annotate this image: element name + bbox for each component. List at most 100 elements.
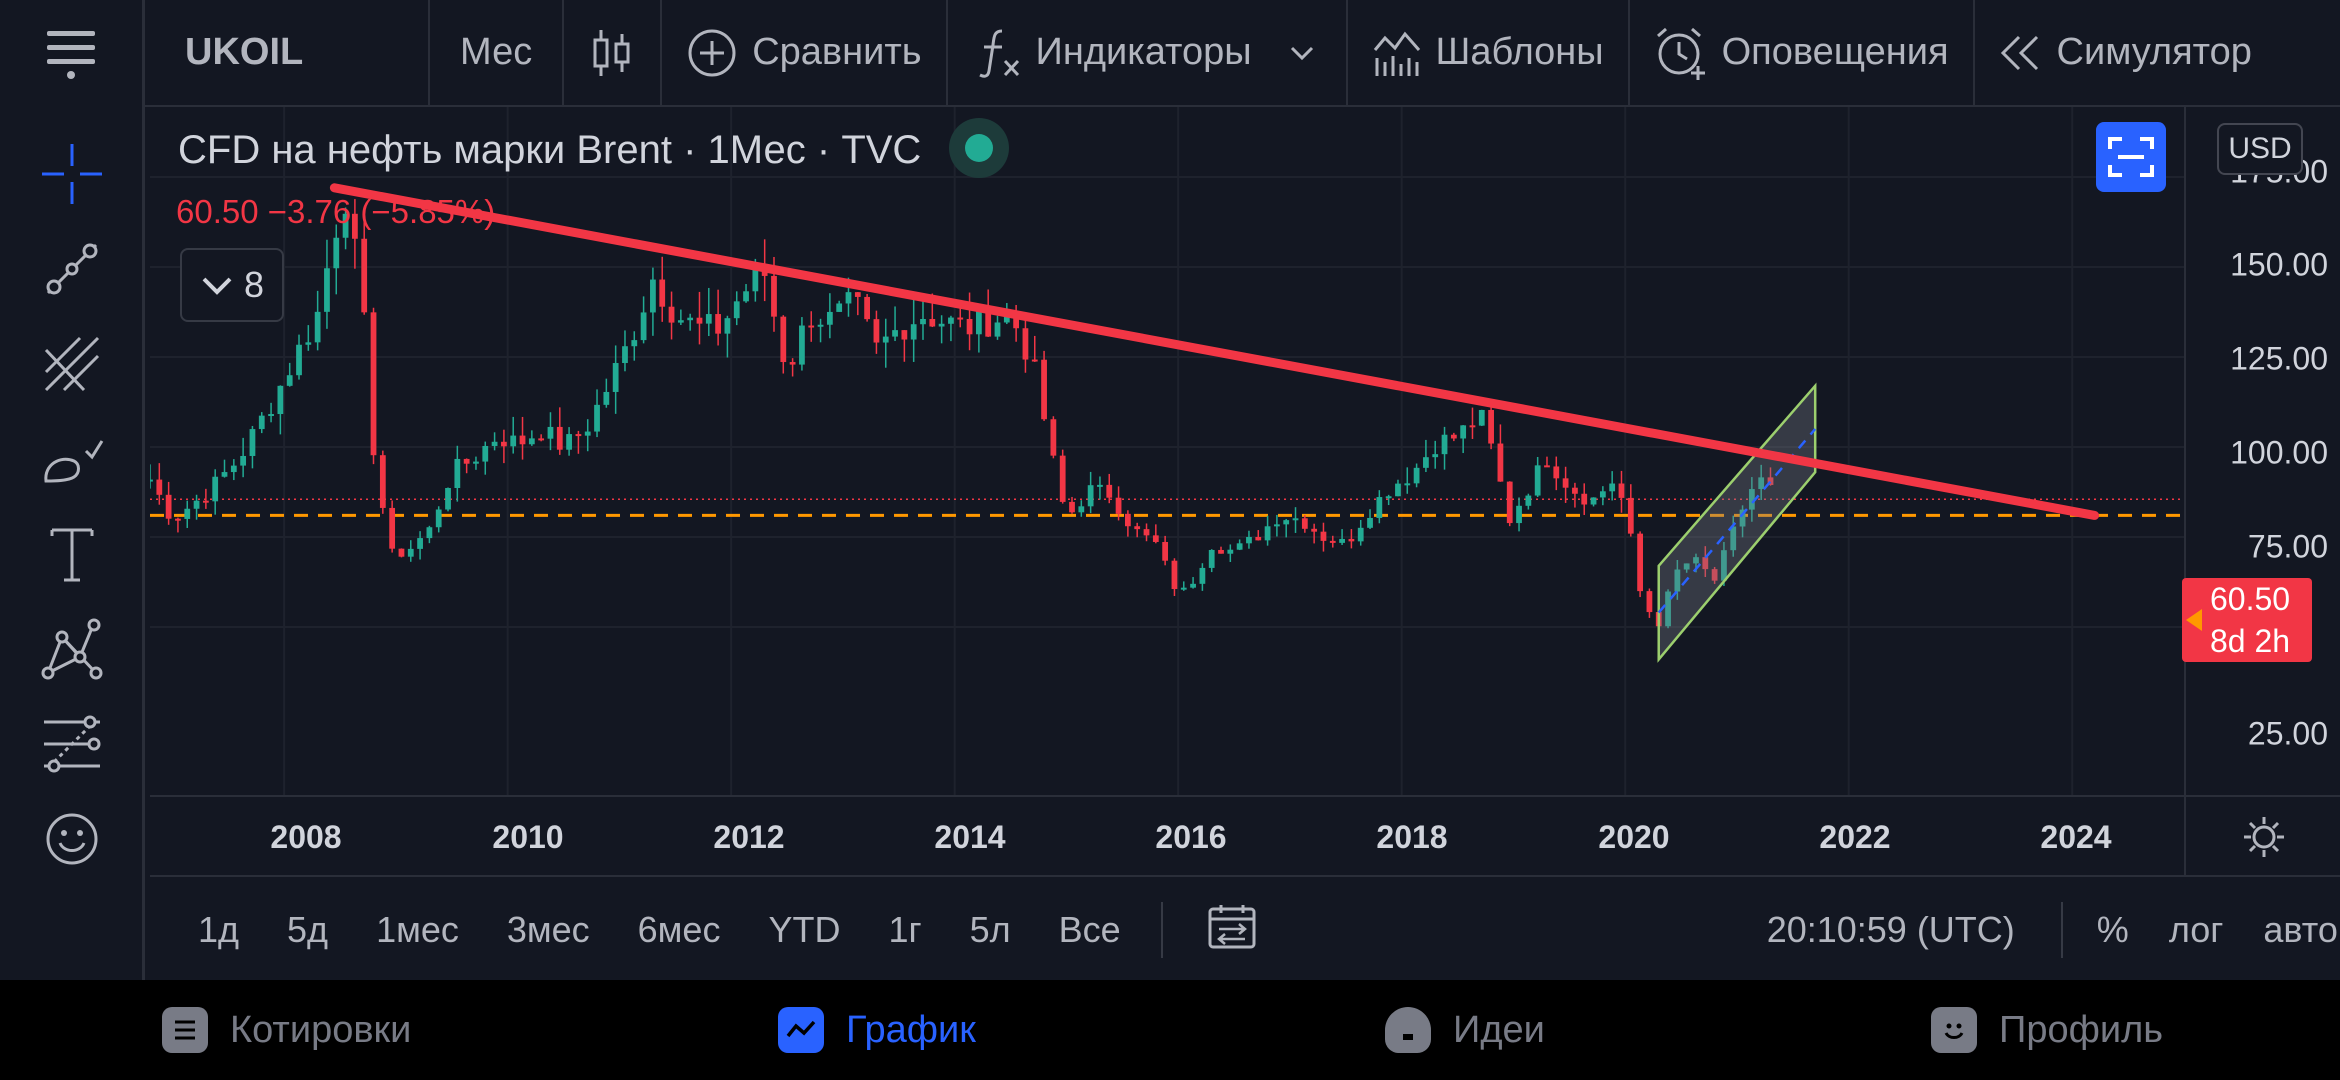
candle-body bbox=[1562, 478, 1569, 488]
brush-tool[interactable] bbox=[36, 423, 108, 495]
chart-type-button[interactable] bbox=[564, 0, 663, 105]
candle-body bbox=[1134, 526, 1141, 530]
range-6m[interactable]: 6мес bbox=[638, 909, 721, 951]
lightbulb-icon bbox=[1385, 1007, 1431, 1053]
utc-clock[interactable]: 20:10:59 (UTC) bbox=[1767, 909, 2015, 951]
candle-body bbox=[1208, 549, 1215, 568]
candle-body bbox=[221, 472, 228, 477]
range-5d[interactable]: 5д bbox=[287, 909, 328, 951]
candle-body bbox=[1450, 434, 1457, 439]
log-scale-toggle[interactable]: лог bbox=[2169, 909, 2224, 951]
candle-body bbox=[1087, 485, 1094, 507]
indicator-count: 8 bbox=[243, 264, 265, 305]
candle-body bbox=[659, 279, 666, 307]
chevron-down-icon[interactable] bbox=[1288, 43, 1316, 63]
candle-body bbox=[873, 319, 880, 343]
candle-body bbox=[1460, 425, 1467, 439]
fib-tool[interactable] bbox=[36, 708, 108, 780]
range-all[interactable]: Все bbox=[1059, 909, 1121, 951]
candle-body bbox=[1572, 487, 1578, 494]
candle-body bbox=[286, 375, 293, 386]
candle-body bbox=[575, 434, 582, 437]
text-tool[interactable] bbox=[36, 518, 108, 590]
menu-button[interactable] bbox=[0, 0, 145, 105]
patterns-tool[interactable] bbox=[36, 613, 108, 685]
range-1d[interactable]: 1д bbox=[198, 909, 239, 951]
legend-collapse-button[interactable]: 8 bbox=[180, 248, 284, 322]
range-3m[interactable]: 3мес bbox=[507, 909, 590, 951]
candle-body bbox=[184, 508, 191, 519]
candle-body bbox=[1236, 543, 1243, 550]
time-tick: 2014 bbox=[934, 819, 1006, 855]
drawing-toolbar bbox=[0, 105, 145, 980]
indicators-button[interactable]: Индикаторы bbox=[948, 0, 1348, 105]
candle-body bbox=[454, 458, 461, 489]
range-1m[interactable]: 1мес bbox=[376, 909, 459, 951]
candle-body bbox=[212, 476, 219, 502]
goto-date-button[interactable] bbox=[1207, 903, 1259, 956]
candle-body bbox=[892, 330, 898, 337]
templates-button[interactable]: Шаблоны bbox=[1348, 0, 1630, 105]
nav-ideas[interactable]: Идеи bbox=[1385, 980, 1545, 1080]
range-ytd[interactable]: YTD bbox=[768, 909, 840, 951]
candle-body bbox=[426, 527, 433, 539]
candle-body bbox=[1357, 527, 1364, 542]
price-tick: 25.00 bbox=[2247, 715, 2328, 752]
nav-label: Котировки bbox=[230, 1008, 412, 1051]
interval-label: Мес bbox=[460, 31, 533, 73]
candle-body bbox=[175, 518, 181, 521]
candle-body bbox=[966, 318, 973, 335]
symbol-search[interactable]: UKOIL bbox=[145, 0, 430, 105]
candle-body bbox=[1348, 538, 1355, 542]
emoji-tool[interactable] bbox=[36, 803, 108, 875]
candle-body bbox=[193, 500, 200, 509]
fullscreen-button[interactable] bbox=[2096, 122, 2166, 192]
chart-settings-button[interactable] bbox=[2184, 795, 2340, 877]
candle-body bbox=[1050, 419, 1057, 456]
candle-body bbox=[482, 445, 489, 462]
range-1y[interactable]: 1г bbox=[888, 909, 921, 951]
candle-body bbox=[398, 548, 405, 557]
top-toolbar: UKOIL Мес Сравнить Индикаторы Шаблоны Оп… bbox=[0, 0, 2340, 107]
replay-button[interactable]: Симулятор bbox=[1975, 0, 2276, 105]
currency-button[interactable]: USD bbox=[2217, 123, 2303, 175]
price-axis[interactable]: 175.00 150.00 125.00 100.00 75.00 25.00 bbox=[2184, 107, 2340, 795]
trendline-tool[interactable] bbox=[36, 233, 108, 305]
candle-body bbox=[407, 548, 414, 557]
candle-body bbox=[1553, 466, 1560, 479]
chart-icon bbox=[778, 1007, 824, 1053]
pitchfork-tool[interactable] bbox=[36, 328, 108, 400]
nav-label: Профиль bbox=[1999, 1008, 2164, 1051]
crosshair-tool[interactable] bbox=[36, 138, 108, 210]
candle-body bbox=[724, 318, 731, 334]
profile-icon bbox=[1931, 1007, 1977, 1053]
price-tick: 125.00 bbox=[2230, 340, 2328, 377]
trend-line-icon bbox=[46, 243, 98, 295]
candle-body bbox=[1618, 483, 1625, 498]
candle-body bbox=[929, 318, 936, 327]
chart-legend-title[interactable]: CFD на нефть марки Brent · 1Мес · TVC bbox=[178, 128, 994, 173]
candle-body bbox=[417, 538, 423, 549]
time-axis[interactable]: 2008 2010 2012 2014 2016 2018 2020 2022 … bbox=[150, 795, 2184, 877]
percent-scale-toggle[interactable]: % bbox=[2097, 909, 2129, 951]
fib-retracement-icon bbox=[44, 715, 101, 773]
auto-scale-toggle[interactable]: авто bbox=[2263, 909, 2337, 951]
candle-body bbox=[1320, 531, 1327, 541]
candle-body bbox=[268, 414, 274, 417]
market-status-icon[interactable] bbox=[965, 134, 994, 163]
chevron-down-icon bbox=[202, 277, 232, 295]
compare-button[interactable]: Сравнить bbox=[662, 0, 948, 105]
interval-button[interactable]: Мес bbox=[430, 0, 565, 105]
alerts-button[interactable]: Оповещения bbox=[1630, 0, 1975, 105]
candle-body bbox=[948, 317, 954, 324]
range-5y[interactable]: 5л bbox=[970, 909, 1011, 951]
candle-body bbox=[1180, 587, 1187, 590]
price-marker-icon bbox=[2186, 609, 2202, 631]
candle-body bbox=[771, 275, 777, 317]
nav-quotes[interactable]: Котировки bbox=[162, 980, 411, 1080]
candle-body bbox=[389, 507, 396, 549]
nav-chart[interactable]: График bbox=[778, 980, 976, 1080]
nav-profile[interactable]: Профиль bbox=[1931, 980, 2163, 1080]
candle-body bbox=[808, 325, 815, 328]
candle-body bbox=[1581, 493, 1588, 505]
